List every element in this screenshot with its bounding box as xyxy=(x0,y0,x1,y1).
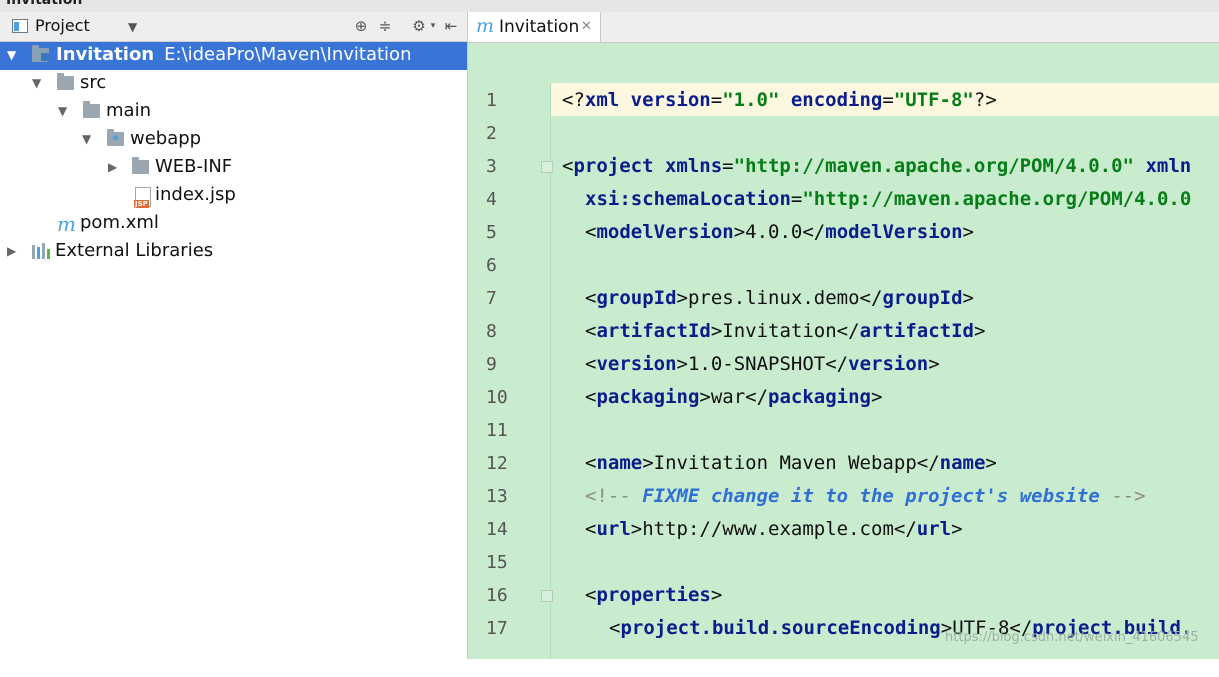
editor-header-band xyxy=(468,43,1219,83)
folder-icon xyxy=(83,101,101,119)
tree-item-src[interactable]: ▼ src xyxy=(0,70,467,98)
line-number: 17 xyxy=(486,618,508,639)
libraries-icon xyxy=(32,243,50,259)
expanded-arrow-icon[interactable]: ▼ xyxy=(7,48,16,62)
fold-marker-icon[interactable] xyxy=(541,590,553,602)
line-number: 7 xyxy=(486,288,497,309)
tree-item-main[interactable]: ▼ main xyxy=(0,98,467,126)
collapsed-arrow-icon[interactable]: ▶ xyxy=(108,160,117,174)
tree-item-label: External Libraries xyxy=(55,240,214,261)
expanded-arrow-icon[interactable]: ▼ xyxy=(32,76,41,90)
collapse-all-icon[interactable]: ≑ xyxy=(376,17,394,35)
tree-item-label: index.jsp xyxy=(155,184,236,205)
locate-icon[interactable]: ⊕ xyxy=(352,17,370,35)
line-number: 8 xyxy=(486,321,497,342)
code-line[interactable]: <version>1.0-SNAPSHOT</version> xyxy=(551,347,1219,380)
code-line[interactable]: xsi:schemaLocation="http://maven.apache.… xyxy=(551,182,1219,215)
folder-icon xyxy=(57,73,75,91)
code-line[interactable]: <properties> xyxy=(541,578,1219,611)
line-number: 3 xyxy=(486,156,497,177)
line-number: 11 xyxy=(486,420,508,441)
code-line[interactable]: <packaging>war</packaging> xyxy=(551,380,1219,413)
line-number: 14 xyxy=(486,519,508,540)
editor-area: m Invitation ✕ 1 2 3 4 5 6 7 8 9 10 11 1… xyxy=(468,12,1219,659)
chevron-down-icon[interactable]: ▼ xyxy=(128,20,137,34)
code-line[interactable]: <?xml version="1.0" encoding="UTF-8"?> xyxy=(551,83,1219,116)
hide-panel-icon[interactable]: ⇤ xyxy=(442,17,460,35)
module-folder-icon xyxy=(32,45,50,63)
code-line[interactable]: <name>Invitation Maven Webapp</name> xyxy=(551,446,1219,479)
tree-item-invitation[interactable]: ▼ Invitation E:\ideaPro\Maven\Invitation xyxy=(0,42,467,70)
expanded-arrow-icon[interactable]: ▼ xyxy=(82,132,91,146)
maven-icon: m xyxy=(57,212,76,236)
tree-item-index-jsp[interactable]: JSP index.jsp xyxy=(0,182,467,210)
line-number: 15 xyxy=(486,552,508,573)
line-number: 5 xyxy=(486,222,497,243)
tab-pom-xml[interactable]: m Invitation ✕ xyxy=(468,12,601,42)
line-number: 9 xyxy=(486,354,497,375)
code-line[interactable]: <groupId>pres.linux.demo</groupId> xyxy=(551,281,1219,314)
code-line[interactable]: <artifactId>Invitation</artifactId> xyxy=(551,314,1219,347)
line-number: 16 xyxy=(486,585,508,606)
line-number: 12 xyxy=(486,453,508,474)
line-number: 6 xyxy=(486,255,497,276)
tree-item-label: main xyxy=(106,100,151,121)
jsp-file-icon: JSP xyxy=(133,187,151,208)
project-toolbar: Project ▼ ⊕ ≑ ⚙ ▾ ⇤ xyxy=(0,12,467,42)
web-folder-icon xyxy=(107,129,125,147)
tree-item-pom-xml[interactable]: m pom.xml xyxy=(0,210,467,238)
tree-item-label: WEB-INF xyxy=(155,156,233,177)
line-number-gutter: 1 2 3 4 5 6 7 8 9 10 11 12 13 14 15 16 1… xyxy=(468,83,551,659)
line-number: 1 xyxy=(486,90,497,111)
line-number: 4 xyxy=(486,189,497,210)
tree-item-label: webapp xyxy=(130,128,202,149)
folder-icon xyxy=(132,157,150,175)
window-title: Invitation xyxy=(6,0,83,8)
code-line[interactable]: <url>http://www.example.com</url> xyxy=(551,512,1219,545)
editor-tab-bar: m Invitation ✕ xyxy=(468,12,1219,43)
code-line[interactable]: <!-- FIXME change it to the project's we… xyxy=(551,479,1219,512)
expanded-arrow-icon[interactable]: ▼ xyxy=(58,104,67,118)
project-view-icon xyxy=(12,19,28,33)
project-panel: Project ▼ ⊕ ≑ ⚙ ▾ ⇤ ▼ Invitation E:\ideaP… xyxy=(0,12,468,659)
tree-item-web-inf[interactable]: ▶ WEB-INF xyxy=(0,154,467,182)
tree-item-external-libraries[interactable]: ▶ External Libraries xyxy=(0,238,467,266)
tree-item-label: src xyxy=(80,72,107,93)
tree-item-label: Invitation xyxy=(56,44,155,65)
tree-item-webapp[interactable]: ▼ webapp xyxy=(0,126,467,154)
collapsed-arrow-icon[interactable]: ▶ xyxy=(7,244,16,258)
code-line[interactable]: <project xmlns="http://maven.apache.org/… xyxy=(541,149,1219,182)
tree-item-path: E:\ideaPro\Maven\Invitation xyxy=(164,44,412,65)
gear-dropdown-icon[interactable]: ▾ xyxy=(424,17,442,35)
line-number: 13 xyxy=(486,486,508,507)
close-icon[interactable]: ✕ xyxy=(581,19,592,34)
watermark: https://blog.csdn.net/weixin_41606545 xyxy=(945,630,1199,645)
project-view-selector[interactable]: Project xyxy=(35,16,90,35)
maven-icon: m xyxy=(476,15,495,37)
tab-label: Invitation xyxy=(499,17,580,37)
fold-marker-icon[interactable] xyxy=(541,161,553,173)
line-number: 10 xyxy=(486,387,508,408)
line-number: 2 xyxy=(486,123,497,144)
code-line[interactable]: <modelVersion>4.0.0</modelVersion> xyxy=(551,215,1219,248)
tree-item-label: pom.xml xyxy=(80,212,159,233)
code-editor[interactable]: <?xml version="1.0" encoding="UTF-8"?> <… xyxy=(541,83,1219,659)
